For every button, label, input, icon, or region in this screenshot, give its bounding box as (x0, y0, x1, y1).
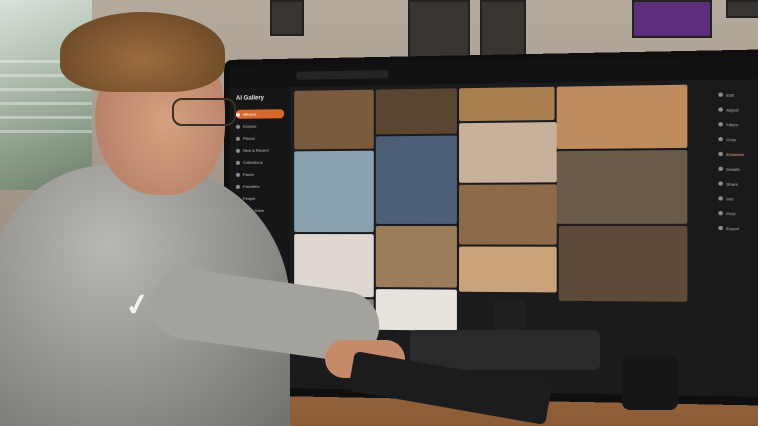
panel-item[interactable]: Export (718, 224, 758, 233)
panel-item[interactable]: Info (718, 194, 758, 203)
panel-item[interactable]: Adjust (718, 105, 758, 114)
photo-tile[interactable] (375, 88, 457, 135)
sidebar-item-label: Favorites (242, 183, 260, 189)
photo-tile[interactable] (459, 184, 557, 245)
sidebar-icon (235, 160, 240, 165)
photo-tile[interactable] (294, 89, 374, 150)
photo-tile[interactable] (459, 86, 555, 122)
sidebar-item[interactable]: New & Recent (235, 145, 284, 154)
sidebar-icon (235, 184, 240, 189)
sidebar-item-label: Collections (242, 159, 263, 165)
panel-icon (718, 225, 723, 231)
sidebar-item[interactable]: Collections (235, 158, 284, 167)
panel-item-label: Info (726, 195, 734, 202)
panel-item[interactable]: Enhance (718, 149, 758, 158)
sidebar-icon (235, 112, 240, 117)
sidebar-item-label: New & Recent (242, 147, 269, 153)
sidebar-item-label: Faces (242, 171, 254, 177)
panel-icon (718, 107, 723, 112)
panel-icon (718, 211, 723, 216)
panel-item-label: Filters (726, 121, 739, 127)
panel-icon (718, 122, 723, 127)
photo-tile[interactable] (459, 122, 557, 183)
panel-item-label: Print (726, 210, 736, 216)
monitor-base (410, 330, 600, 370)
app-right-panel: Edit Adjust Filters Crop Enhance Details Share… (711, 78, 758, 398)
panel-item[interactable]: Details (718, 164, 758, 173)
speaker (622, 355, 678, 410)
panel-icon (718, 166, 723, 171)
photo-tile[interactable] (294, 150, 374, 233)
photo-tile[interactable] (558, 225, 688, 302)
sidebar-item[interactable]: Explore (235, 121, 284, 131)
app-topbar (229, 55, 758, 88)
panel-item-label: Export (726, 225, 740, 231)
panel-item-label: Enhance (726, 151, 744, 157)
photo-tile[interactable] (459, 246, 557, 293)
panel-item[interactable]: Crop (718, 134, 758, 143)
panel-icon (718, 92, 723, 97)
panel-item[interactable]: Share (718, 179, 758, 188)
sidebar-item-label: Albums (242, 111, 257, 117)
sidebar-item[interactable]: Faces (235, 170, 284, 179)
panel-item-label: Share (726, 180, 739, 187)
photo-tile[interactable] (375, 225, 457, 288)
wall-frame (632, 0, 712, 38)
photo-tile[interactable] (556, 84, 688, 150)
panel-item-label: Adjust (726, 106, 739, 113)
sidebar-item[interactable]: Albums (235, 109, 285, 119)
sidebar-icon (235, 136, 240, 141)
sidebar-icon (235, 148, 240, 153)
wall-frame (270, 0, 304, 36)
photo-tile[interactable] (556, 150, 688, 224)
panel-item[interactable]: Filters (718, 120, 758, 129)
photo-tile[interactable] (375, 135, 457, 224)
sidebar-icon (235, 124, 240, 129)
sidebar-icon (235, 172, 240, 177)
person-hair (60, 12, 225, 92)
search-input[interactable] (296, 70, 389, 80)
sidebar-item-label: Explore (242, 123, 257, 129)
app-title: AI Gallery (235, 95, 264, 102)
panel-item-label: Details (726, 166, 740, 172)
panel-icon (718, 181, 723, 186)
sidebar-item[interactable]: Favorites (235, 182, 284, 191)
photo-scene: AI Gallery Albums Explore Places New & Rece… (0, 0, 758, 426)
panel-item-label: Crop (726, 136, 736, 142)
wall-frame (726, 0, 758, 18)
panel-item[interactable]: Edit (718, 90, 758, 99)
sidebar-item[interactable]: Places (235, 133, 284, 143)
photo-tile[interactable] (375, 289, 457, 331)
panel-icon (718, 151, 723, 157)
panel-icon (718, 196, 723, 201)
sidebar-item-label: Places (242, 135, 255, 141)
panel-item[interactable]: Print (718, 209, 758, 218)
sidebar-item-label: People (242, 195, 256, 201)
panel-icon (718, 137, 723, 142)
glasses (172, 98, 236, 126)
panel-item-label: Edit (726, 91, 734, 98)
